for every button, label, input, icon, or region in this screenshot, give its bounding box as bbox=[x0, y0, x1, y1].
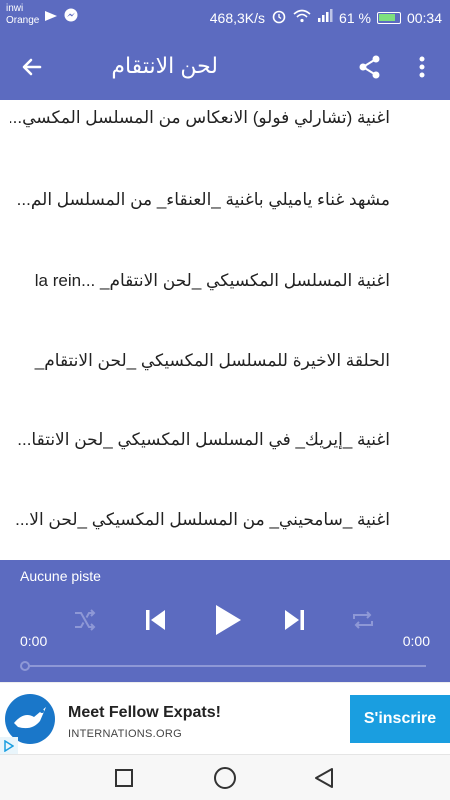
play-icon bbox=[216, 605, 241, 635]
ad-source: INTERNATIONS.ORG bbox=[68, 728, 182, 740]
home-button[interactable] bbox=[209, 763, 241, 793]
signup-button[interactable]: S'inscrire bbox=[350, 695, 450, 743]
triangle-back-icon bbox=[315, 768, 333, 788]
signal-icon bbox=[317, 9, 333, 26]
carrier-name-1: inwi bbox=[6, 3, 24, 14]
wifi-icon bbox=[293, 9, 311, 26]
seek-bar[interactable] bbox=[24, 665, 426, 667]
track-title: اغنية _سامحيني_ من المسلسل المكسيكي _لحن… bbox=[15, 510, 390, 529]
track-item[interactable]: اغنية المسلسل المكسيكي _لحن الانتقام_ ..… bbox=[0, 253, 450, 313]
back-button[interactable] bbox=[14, 49, 50, 85]
clock: 00:34 bbox=[406, 9, 442, 26]
app-bar: لحن الانتقام bbox=[0, 32, 450, 100]
arrow-back-icon bbox=[22, 58, 42, 76]
data-saver-icon bbox=[44, 9, 58, 27]
back-nav-button[interactable] bbox=[308, 763, 340, 793]
square-icon bbox=[115, 769, 133, 787]
ad-headline: Meet Fellow Expats! bbox=[68, 704, 221, 721]
seek-thumb[interactable] bbox=[20, 661, 30, 671]
now-playing-label: Aucune piste bbox=[20, 568, 101, 584]
skip-previous-icon bbox=[146, 610, 165, 630]
overflow-menu-button[interactable] bbox=[406, 49, 438, 85]
share-button[interactable] bbox=[352, 49, 388, 85]
system-nav-bar bbox=[0, 754, 450, 800]
previous-button[interactable] bbox=[138, 600, 172, 640]
carrier-name-2: Orange bbox=[6, 15, 40, 26]
track-item[interactable]: مشهد غناء ياميلي باغنية _العنقاء_ من الم… bbox=[0, 172, 450, 232]
share-icon bbox=[359, 55, 380, 79]
ad-choices-icon[interactable] bbox=[0, 737, 18, 755]
skip-next-icon bbox=[285, 610, 304, 630]
track-item[interactable]: اغنية _سامحيني_ من المسلسل المكسيكي _لحن… bbox=[0, 492, 450, 552]
repeat-button[interactable] bbox=[346, 600, 380, 640]
carrier-info: inwi Orange bbox=[6, 3, 39, 27]
ad-banner[interactable]: Meet Fellow Expats! INTERNATIONS.ORG S'i… bbox=[0, 682, 450, 755]
next-button[interactable] bbox=[278, 600, 312, 640]
elapsed-time: 0:00 bbox=[20, 633, 48, 649]
network-speed: 468,3K/s bbox=[209, 9, 266, 26]
track-item[interactable]: اغنية (تشارلي فولو) الانعكاس من المسلسل … bbox=[0, 100, 450, 150]
recents-button[interactable] bbox=[108, 763, 140, 793]
play-button[interactable] bbox=[208, 600, 248, 640]
track-title: الحلقة الاخيرة للمسلسل المكسيكي _لحن الا… bbox=[34, 351, 390, 370]
repeat-icon bbox=[353, 611, 373, 629]
track-title: اغنية (تشارلي فولو) الانعكاس من المسلسل … bbox=[10, 108, 390, 127]
more-vert-icon bbox=[419, 56, 425, 78]
track-title: اغنية المسلسل المكسيكي _لحن الانتقام_ ..… bbox=[34, 271, 390, 290]
alarm-icon bbox=[271, 8, 287, 27]
total-duration: 0:00 bbox=[402, 633, 430, 649]
shuffle-icon bbox=[75, 609, 96, 631]
status-bar: inwi Orange 468,3K/s 61 % 00:34 bbox=[0, 0, 450, 32]
track-item[interactable]: اغنية _إيريك_ في المسلسل المكسيكي _لحن ا… bbox=[0, 412, 450, 472]
track-list[interactable]: اغنية (تشارلي فولو) الانعكاس من المسلسل … bbox=[0, 100, 450, 560]
battery-charging-icon bbox=[376, 11, 401, 24]
track-title: مشهد غناء ياميلي باغنية _العنقاء_ من الم… bbox=[16, 190, 390, 209]
messenger-icon bbox=[64, 8, 78, 27]
circle-icon bbox=[214, 767, 236, 789]
music-player: Aucune piste 0:00 0:00 bbox=[0, 560, 450, 682]
track-item[interactable]: الحلقة الاخيرة للمسلسل المكسيكي _لحن الا… bbox=[0, 333, 450, 393]
shuffle-button[interactable] bbox=[68, 600, 102, 640]
page-title: لحن الانتقام bbox=[111, 53, 218, 78]
track-title: اغنية _إيريك_ في المسلسل المكسيكي _لحن ا… bbox=[17, 430, 390, 449]
battery-percent: 61 % bbox=[339, 9, 371, 26]
